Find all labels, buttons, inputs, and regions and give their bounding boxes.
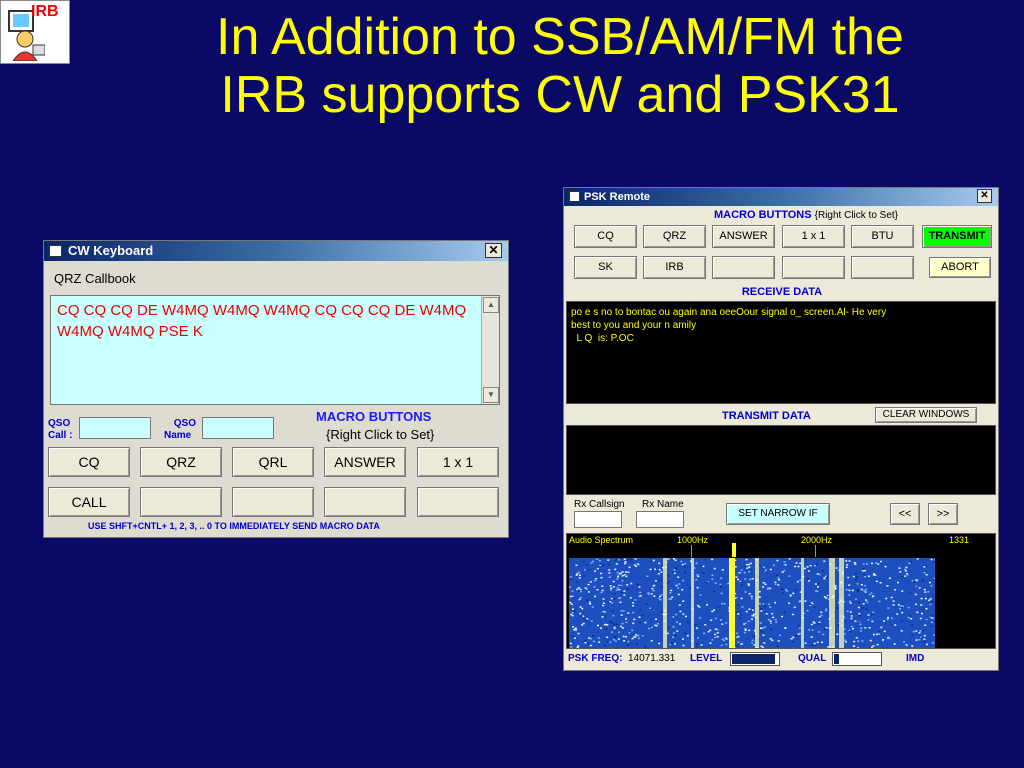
receive-line-2: best to you and your n amily (571, 320, 697, 331)
psk-macro-button-1x1[interactable]: 1 x 1 (782, 225, 845, 248)
psk-macro-button-qrz[interactable]: QRZ (643, 225, 706, 248)
window-icon (49, 245, 62, 257)
psk-freq-value: 14071.331 (628, 653, 676, 664)
set-narrow-if-button[interactable]: SET NARROW IF (726, 503, 830, 525)
qso-name-label: QSO Name (164, 418, 196, 442)
receive-data-label: RECEIVE DATA (741, 286, 823, 298)
imd-label: IMD (906, 653, 925, 664)
abort-button[interactable]: ABORT (929, 257, 991, 278)
cursor-marker (729, 558, 735, 648)
qso-name-label-line1: QSO (173, 418, 196, 429)
macro-button-cq[interactable]: CQ (48, 447, 130, 477)
macro-button-empty-7[interactable] (140, 487, 222, 517)
logo-text: IRB (31, 3, 59, 20)
psk-macro-button-empty-8[interactable] (712, 256, 775, 279)
qual-label: QUAL (798, 653, 827, 664)
cw-keyboard-window: CW Keyboard ✕ QRZ Callbook CQ CQ CQ DE W… (43, 240, 509, 538)
cw-window-title: CW Keyboard (68, 243, 154, 258)
macro-button-empty-10[interactable] (417, 487, 499, 517)
macro-buttons-title: MACRO BUTTONS (316, 409, 432, 424)
close-button[interactable]: ✕ (977, 189, 992, 203)
irb-logo: IRB (0, 0, 70, 64)
qual-meter-fill (834, 654, 839, 664)
tick-2000hz: 2000Hz (801, 535, 833, 545)
qual-meter (832, 652, 882, 666)
psk-macro-button-empty-10[interactable] (851, 256, 914, 279)
macro-buttons-title: MACRO BUTTONS (714, 209, 812, 221)
waterfall-display[interactable] (569, 558, 935, 648)
rx-callsign-input[interactable] (574, 511, 622, 528)
psk-macro-button-irb[interactable]: IRB (643, 256, 706, 279)
audio-spectrum-label: Audio Spectrum (569, 535, 634, 545)
clear-windows-button[interactable]: CLEAR WINDOWS (875, 407, 977, 423)
psk-macro-header: MACRO BUTTONS {Right Click to Set} (714, 209, 898, 221)
receive-data-panel[interactable]: po e s no to bontac ou again ana oeeOour… (566, 301, 996, 404)
slide-title: In Addition to SSB/AM/FM the IRB support… (100, 8, 1020, 124)
psk-macro-button-btu[interactable]: BTU (851, 225, 914, 248)
audio-spectrum-display[interactable]: Audio Spectrum 1000Hz 2000Hz 1331 (566, 533, 996, 649)
rx-name-input[interactable] (636, 511, 684, 528)
psk-macro-button-cq[interactable]: CQ (574, 225, 637, 248)
macro-button-answer[interactable]: ANSWER (324, 447, 406, 477)
receive-line-1: po e s no to bontac ou again ana oeeOour… (571, 307, 887, 318)
macro-button-qrl[interactable]: QRL (232, 447, 314, 477)
qso-name-label-line2: Name (164, 430, 192, 441)
cw-transmit-text: CQ CQ CQ DE W4MQ W4MQ W4MQ CQ CQ CQ DE W… (57, 302, 467, 340)
qso-name-input[interactable] (202, 417, 274, 439)
macro-buttons-subtitle: {Right Click to Set} (326, 427, 435, 442)
psk-titlebar[interactable]: PSK Remote ✕ (564, 188, 998, 206)
psk-freq-label: PSK FREQ: (568, 653, 623, 664)
macro-button-qrz[interactable]: QRZ (140, 447, 222, 477)
cw-titlebar[interactable]: CW Keyboard ✕ (44, 241, 508, 261)
cursor-frequency-value: 1331 (949, 535, 970, 545)
psk-window-title: PSK Remote (584, 191, 651, 203)
psk-macro-button-sk[interactable]: SK (574, 256, 637, 279)
level-label: LEVEL (690, 653, 723, 664)
slide-title-line-1: In Addition to SSB/AM/FM the (216, 8, 904, 66)
transmit-data-panel[interactable] (566, 425, 996, 495)
qso-call-input[interactable] (79, 417, 151, 439)
scroll-down-arrow-icon[interactable]: ▼ (483, 387, 499, 403)
vertical-scrollbar[interactable]: ▲ ▼ (481, 296, 499, 404)
window-icon (569, 191, 580, 202)
rx-callsign-label: Rx Callsign (574, 499, 625, 510)
prev-button[interactable]: << (890, 503, 920, 525)
transmit-data-label: TRANSMIT DATA (722, 410, 811, 422)
frequency-cursor-icon[interactable] (732, 543, 736, 557)
close-button[interactable]: ✕ (485, 243, 502, 258)
macro-button-call[interactable]: CALL (48, 487, 130, 517)
rx-name-label: Rx Name (642, 499, 684, 510)
qso-call-label-line1: QSO (48, 418, 71, 429)
cw-transmit-textarea[interactable]: CQ CQ CQ DE W4MQ W4MQ W4MQ CQ CQ CQ DE W… (50, 295, 500, 405)
tick-mark-2000 (815, 545, 816, 557)
next-button[interactable]: >> (928, 503, 958, 525)
receive-line-3: L Q is: P.OC (571, 333, 634, 344)
level-meter (730, 652, 780, 666)
macro-buttons-subtitle: {Right Click to Set} (814, 210, 899, 221)
tick-mark-1000 (691, 545, 692, 557)
qso-call-label: QSO Call : (48, 418, 72, 442)
level-meter-fill (732, 654, 776, 664)
psk-macro-button-empty-9[interactable] (782, 256, 845, 279)
transmit-button[interactable]: TRANSMIT (922, 225, 992, 248)
qso-call-label-line2: Call : (48, 430, 73, 441)
macro-button-empty-8[interactable] (232, 487, 314, 517)
slide-title-line-2: IRB supports CW and PSK31 (220, 66, 900, 124)
psk-macro-button-answer[interactable]: ANSWER (712, 225, 775, 248)
macro-button-1x1[interactable]: 1 x 1 (417, 447, 499, 477)
psk-remote-window: PSK Remote ✕ MACRO BUTTONS {Right Click … (563, 187, 999, 671)
tick-1000hz: 1000Hz (677, 535, 709, 545)
receive-data-text: po e s no to bontac ou again ana oeeOour… (571, 306, 991, 345)
macro-button-empty-9[interactable] (324, 487, 406, 517)
shortcut-hint: USE SHFT+CNTL+ 1, 2, 3, .. 0 TO IMMEDIAT… (88, 521, 380, 531)
scroll-up-arrow-icon[interactable]: ▲ (483, 297, 499, 313)
menu-qrz-callbook[interactable]: QRZ Callbook (54, 271, 136, 286)
